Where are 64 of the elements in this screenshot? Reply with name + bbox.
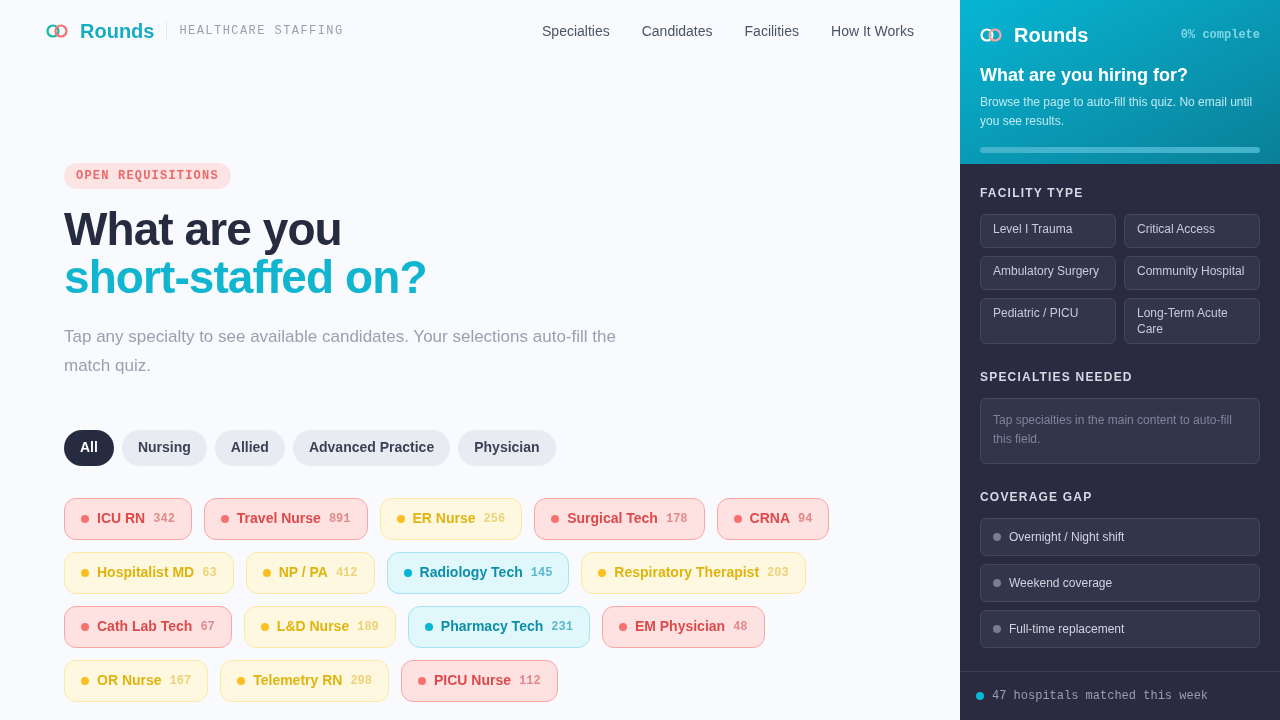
candidate-count: 203 (767, 564, 789, 582)
facility-option[interactable]: Ambulatory Surgery (980, 256, 1116, 290)
specialty-name: Pharmacy Tech (440, 617, 544, 637)
section-heading: SPECIALTIES NEEDED (980, 369, 1134, 386)
candidate-count: 189 (357, 618, 379, 636)
facility-option[interactable]: Pediatric / PICU (980, 298, 1116, 344)
coverage-option[interactable]: Weekend coverage (980, 564, 1260, 602)
logo-icon (46, 23, 68, 39)
specialty-name: L&D Nurse (276, 617, 350, 637)
specialty-name: CRNA (749, 509, 790, 529)
section-heading: FACILITY TYPE (980, 185, 1085, 202)
specialty-name: NP / PA (278, 563, 328, 583)
nav-link[interactable]: Specialties (542, 20, 610, 42)
specialty-name: Respiratory Therapist (614, 563, 760, 583)
specialty-name: PICU Nurse (434, 671, 512, 691)
candidate-count: 298 (350, 672, 372, 690)
quiz-title: What are you hiring for? (980, 64, 1189, 87)
candidate-count: 231 (551, 618, 573, 636)
specialty-name: Hospitalist MD (97, 563, 195, 583)
specialty-name: Surgical Tech (567, 509, 658, 529)
progress-text: 0% complete (1180, 27, 1260, 44)
specialty-name: Cath Lab Tech (97, 617, 193, 637)
filter-pill[interactable]: Allied (214, 429, 285, 466)
candidate-count: 63 (202, 564, 217, 582)
candidate-count: 178 (665, 510, 688, 528)
logo-icon (980, 27, 1002, 43)
facility-option[interactable]: Level I Trauma (980, 214, 1116, 248)
candidate-count: 145 (530, 564, 553, 582)
section-heading: COVERAGE GAP (980, 489, 1094, 506)
specialty-name: ICU RN (97, 509, 146, 529)
specialty-name: Radiology Tech (419, 563, 523, 583)
hero-title: What are you (64, 205, 343, 254)
candidate-count: 94 (798, 510, 813, 528)
quiz-subtitle: Browse the page to auto-fill this quiz. No email until you see results. (980, 94, 1254, 130)
candidate-count: 891 (328, 510, 351, 528)
specialty-name: OR Nurse (97, 671, 162, 691)
facility-option[interactable]: Community Hospital (1124, 256, 1260, 290)
hero-subtitle: Tap any specialty to see available candidates. Your selections auto-fill the match quiz. (64, 325, 617, 377)
tagline: HEALTHCARE STAFFING (179, 23, 344, 40)
filter-pill[interactable]: All (64, 429, 114, 466)
coverage-option[interactable]: Full-time replacement (980, 610, 1260, 648)
nav-link[interactable]: Facilities (744, 20, 799, 42)
candidate-count: 167 (169, 672, 192, 690)
candidate-count: 48 (733, 618, 748, 636)
specialty-name: Telemetry RN (253, 671, 343, 691)
candidate-count: 412 (335, 564, 358, 582)
coverage-option[interactable]: Overnight / Night shift (980, 518, 1260, 556)
nav-link[interactable]: How It Works (831, 20, 914, 42)
candidate-count: 67 (200, 618, 215, 636)
specialty-name: Travel Nurse (236, 509, 321, 529)
candidate-count: 256 (483, 510, 506, 528)
filter-pill[interactable]: Physician (458, 429, 556, 466)
facility-option[interactable]: Long-Term Acute Care (1124, 298, 1260, 344)
quiz-brand: Rounds (1014, 23, 1089, 48)
specialty-name: EM Physician (634, 617, 726, 637)
nav-link[interactable]: Candidates (641, 20, 713, 42)
facility-option[interactable]: Critical Access (1124, 214, 1260, 248)
candidate-count: 112 (519, 672, 541, 690)
specialty-name: ER Nurse (412, 509, 476, 529)
filter-pill[interactable]: Advanced Practice (292, 429, 451, 466)
section-badge: OPEN REQUISITIONS (64, 163, 231, 189)
candidate-count: 342 (153, 510, 175, 528)
match-status: 47 hospitals matched this week (992, 688, 1209, 705)
filter-pill[interactable]: Nursing (121, 429, 207, 466)
